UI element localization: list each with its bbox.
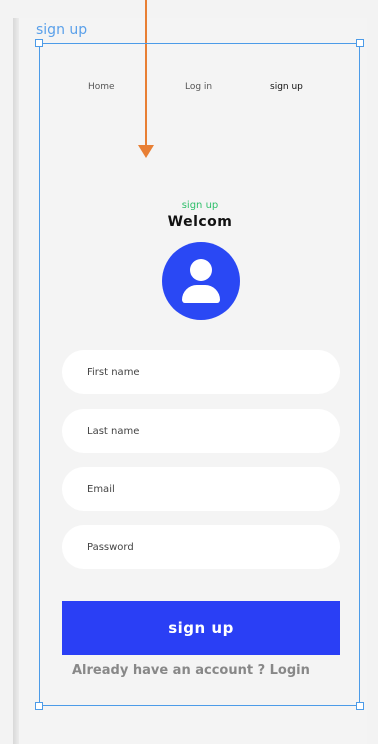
page-title: Welcom — [167, 214, 233, 230]
user-avatar-icon — [162, 242, 240, 320]
nav-signup-link[interactable]: sign up — [270, 82, 303, 92]
password-field[interactable] — [62, 525, 340, 569]
email-field[interactable] — [62, 467, 340, 511]
nav-login-link[interactable]: Log in — [185, 82, 212, 92]
prototype-arrow-head — [138, 145, 154, 158]
last-name-field[interactable] — [62, 409, 340, 453]
page-subtitle: sign up — [181, 200, 219, 211]
prototype-arrow-line[interactable] — [145, 0, 147, 146]
nav-home-link[interactable]: Home — [88, 82, 115, 92]
login-prompt-link[interactable]: Already have an account ? Login — [72, 663, 362, 678]
sign-up-button[interactable]: sign up — [62, 601, 340, 655]
frame-label[interactable]: sign up — [36, 22, 87, 38]
first-name-field[interactable] — [62, 350, 340, 394]
top-nav: Home Log in sign up — [40, 80, 360, 96]
avatar-head-shape — [190, 259, 212, 281]
avatar-body-shape — [182, 285, 220, 303]
